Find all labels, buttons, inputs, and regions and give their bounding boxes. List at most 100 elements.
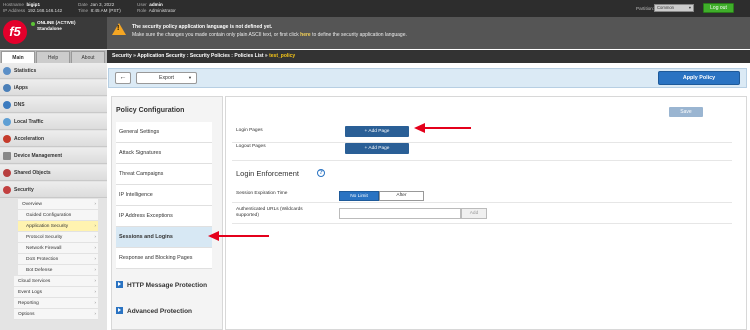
online-status-icon bbox=[31, 22, 35, 26]
breadcrumb: Security » Application Security : Securi… bbox=[107, 50, 750, 63]
ip-label: IP Address bbox=[3, 8, 26, 13]
annotation-arrow-head bbox=[414, 123, 425, 133]
date-info: Date Jan 3, 2022 Time 8:45 AM (PST) bbox=[78, 2, 121, 14]
chevron-right-icon: › bbox=[94, 290, 96, 295]
section-http-message-protection[interactable]: HTTP Message Protection bbox=[116, 278, 222, 294]
sidebar-item-label: DNS bbox=[14, 102, 25, 108]
sidebar-subitem-application-security[interactable]: Application Security › bbox=[18, 221, 98, 232]
back-button[interactable]: ← bbox=[115, 72, 131, 84]
nav-tabs: Main Help About bbox=[0, 50, 107, 63]
ip-value: 192.168.146.142 bbox=[27, 8, 63, 13]
authenticated-urls-label-line-2: supported) bbox=[236, 213, 259, 218]
status-text: ONLINE (ACTIVE) Standalone bbox=[37, 20, 76, 32]
subitem-label: Application Security bbox=[26, 224, 69, 229]
annotation-arrow-line bbox=[425, 127, 471, 129]
add-login-page-button[interactable]: + Add Page bbox=[345, 126, 409, 137]
define-language-link[interactable]: here bbox=[300, 32, 311, 38]
help-icon[interactable]: ? bbox=[317, 169, 325, 177]
config-item-sessions-and-logins[interactable]: Sessions and Logins bbox=[116, 227, 212, 248]
warning-title: The security policy application language… bbox=[132, 24, 273, 30]
sidebar-subitem-reporting[interactable]: Reporting › bbox=[14, 298, 98, 309]
chevron-down-icon: ▾ bbox=[688, 5, 691, 10]
sidebar-item-shared-objects[interactable]: Shared Objects bbox=[0, 165, 107, 181]
login-pages-row: Login Pages + Add Page bbox=[232, 123, 732, 143]
subitem-label: Overview bbox=[22, 202, 42, 207]
session-expiration-label: Session Expiration Time bbox=[236, 191, 288, 196]
policy-toolbar: ← Export ▼ Apply Policy bbox=[108, 68, 747, 88]
tab-help[interactable]: Help bbox=[36, 51, 70, 63]
user-label: User bbox=[137, 2, 147, 7]
section-label: HTTP Message Protection bbox=[127, 282, 208, 289]
date-label: Date bbox=[78, 2, 88, 7]
section-advanced-protection[interactable]: Advanced Protection bbox=[116, 304, 222, 320]
sidebar-subitem-dos-protection[interactable]: DoS Protection › bbox=[18, 254, 98, 265]
breadcrumb-path[interactable]: Security » Application Security : Securi… bbox=[112, 53, 269, 59]
sidebar-item-security[interactable]: Security bbox=[0, 182, 107, 198]
tab-main[interactable]: Main bbox=[1, 51, 35, 63]
sidebar-subitem-cloud-services[interactable]: Cloud Services › bbox=[14, 276, 98, 287]
save-button[interactable]: Save bbox=[669, 107, 703, 117]
user-value: admin bbox=[149, 2, 163, 7]
authenticated-urls-label-line-1: Authenticated URLs (Wildcards bbox=[236, 207, 303, 212]
sidebar-item-label: Statistics bbox=[14, 68, 37, 74]
sidebar-subitem-bot-defense[interactable]: Bot Defense › bbox=[18, 265, 98, 276]
apply-policy-button[interactable]: Apply Policy bbox=[658, 71, 740, 85]
login-enforcement-title: Login Enforcement bbox=[236, 169, 299, 178]
device-management-icon bbox=[3, 152, 11, 160]
config-item-threat-campaigns[interactable]: Threat Campaigns bbox=[116, 164, 212, 185]
local-traffic-icon bbox=[3, 118, 11, 126]
sidebar-item-dns[interactable]: DNS bbox=[0, 97, 107, 113]
partition-select[interactable]: Common ▾ bbox=[654, 4, 694, 12]
sidebar-subitem-overview[interactable]: Overview › bbox=[18, 199, 98, 210]
sidebar-item-iapps[interactable]: iApps bbox=[0, 80, 107, 96]
time-label: Time bbox=[78, 8, 89, 13]
sidebar-subitem-event-logs[interactable]: Event Logs › bbox=[14, 287, 98, 298]
config-item-ip-address-exceptions[interactable]: IP Address Exceptions bbox=[116, 206, 212, 227]
acceleration-icon bbox=[3, 135, 11, 143]
sidebar-item-device-management[interactable]: Device Management bbox=[0, 148, 107, 164]
add-logout-page-button[interactable]: + Add Page bbox=[345, 143, 409, 154]
subitem-label: Bot Defense bbox=[26, 268, 53, 273]
role-value: Administrator bbox=[148, 8, 176, 13]
sidebar-item-acceleration[interactable]: Acceleration bbox=[0, 131, 107, 147]
warning-message: Make sure the changes you made contain o… bbox=[132, 32, 407, 38]
no-limit-toggle[interactable]: No Limit bbox=[339, 191, 379, 201]
sidebar-item-local-traffic[interactable]: Local Traffic bbox=[0, 114, 107, 130]
expand-icon bbox=[116, 281, 123, 288]
config-item-general-settings[interactable]: General Settings bbox=[116, 122, 212, 143]
chevron-right-icon: › bbox=[94, 257, 96, 262]
config-item-attack-signatures[interactable]: Attack Signatures bbox=[116, 143, 212, 164]
chevron-right-icon: › bbox=[94, 268, 96, 273]
sidebar-subitem-protocol-security[interactable]: Protocol Security › bbox=[18, 232, 98, 243]
f5-logo[interactable]: f5 bbox=[3, 20, 27, 44]
expand-icon bbox=[116, 307, 123, 314]
subitem-label: Reporting bbox=[18, 301, 39, 306]
hostname-label: Hostname bbox=[3, 2, 24, 7]
sidebar-subitem-guided-configuration[interactable]: Guided Configuration bbox=[18, 210, 98, 221]
subitem-label: Event Logs bbox=[18, 290, 43, 295]
chevron-right-icon: › bbox=[94, 301, 96, 306]
sidebar-item-label: iApps bbox=[14, 85, 28, 91]
sidebar-item-label: Security bbox=[14, 187, 34, 193]
export-dropdown[interactable]: Export ▼ bbox=[136, 72, 197, 84]
config-item-response-and-blocking-pages[interactable]: Response and Blocking Pages bbox=[116, 248, 212, 269]
shared-objects-icon bbox=[3, 169, 11, 177]
annotation-arrow-head bbox=[208, 231, 219, 241]
add-url-button[interactable]: Add bbox=[461, 208, 487, 219]
tab-about[interactable]: About bbox=[71, 51, 105, 63]
host-info: Hostname bigip1 IP Address 192.168.146.1… bbox=[3, 2, 62, 14]
sidebar-item-statistics[interactable]: Statistics bbox=[0, 63, 107, 79]
hostname-value: bigip1 bbox=[26, 2, 41, 7]
after-toggle[interactable]: After bbox=[379, 191, 424, 201]
sidebar-subitem-network-firewall[interactable]: Network Firewall › bbox=[18, 243, 98, 254]
sidebar-subitem-options[interactable]: Options › bbox=[14, 309, 98, 320]
policy-configuration-panel: Policy Configuration General Settings At… bbox=[111, 96, 223, 330]
authenticated-url-input[interactable] bbox=[339, 208, 461, 219]
breadcrumb-current: test_policy bbox=[269, 53, 296, 59]
time-value: 8:45 AM (PST) bbox=[90, 8, 121, 13]
security-icon bbox=[3, 186, 11, 194]
chevron-right-icon: › bbox=[94, 246, 96, 251]
config-item-ip-intelligence[interactable]: IP Intelligence bbox=[116, 185, 212, 206]
annotation-arrow-line bbox=[219, 235, 269, 237]
logout-button[interactable]: Log out bbox=[703, 3, 734, 13]
